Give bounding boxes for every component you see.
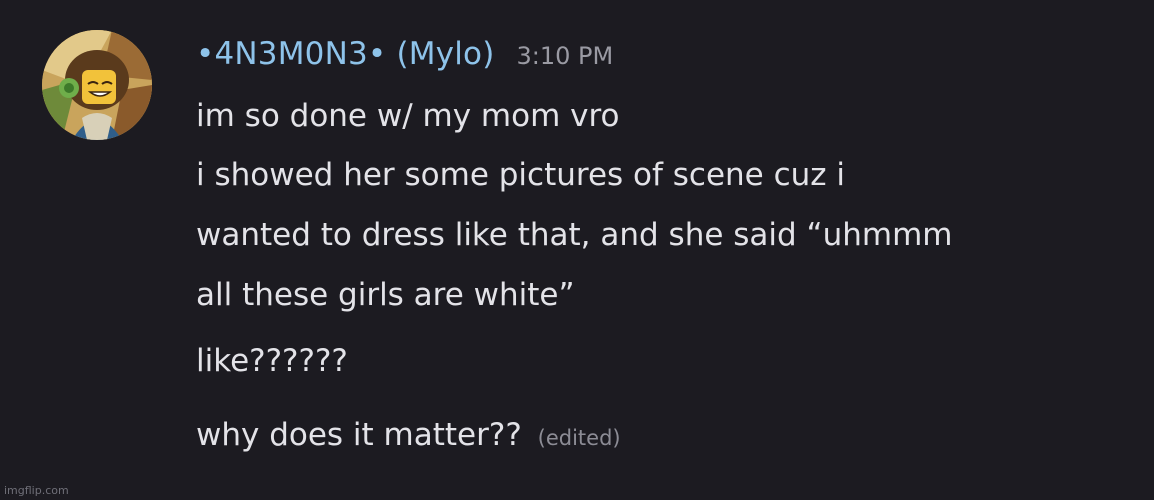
message-line: wanted to dress like that, and she said …: [196, 217, 953, 253]
message-line: like??????: [196, 343, 348, 379]
message-line: im so done w/ my mom vro: [196, 98, 620, 134]
message-line: i showed her some pictures of scene cuz …: [196, 157, 846, 193]
avatar[interactable]: [42, 30, 152, 140]
message-timestamp[interactable]: 3:10 PM: [517, 42, 614, 70]
message-text: why does it matter??: [196, 417, 522, 453]
chat-message: •4N3M0N3• (Mylo) 3:10 PM im so done w/ m…: [0, 0, 1154, 500]
edited-label: (edited): [537, 426, 621, 450]
watermark: imgflip.com: [4, 484, 69, 497]
author-name[interactable]: •4N3M0N3• (Mylo): [196, 36, 495, 72]
message-header: •4N3M0N3• (Mylo) 3:10 PM: [196, 36, 613, 80]
message-line: all these girls are white”: [196, 277, 575, 313]
message-line-last: why does it matter?? (edited): [196, 415, 621, 458]
avatar-image: [42, 30, 152, 140]
